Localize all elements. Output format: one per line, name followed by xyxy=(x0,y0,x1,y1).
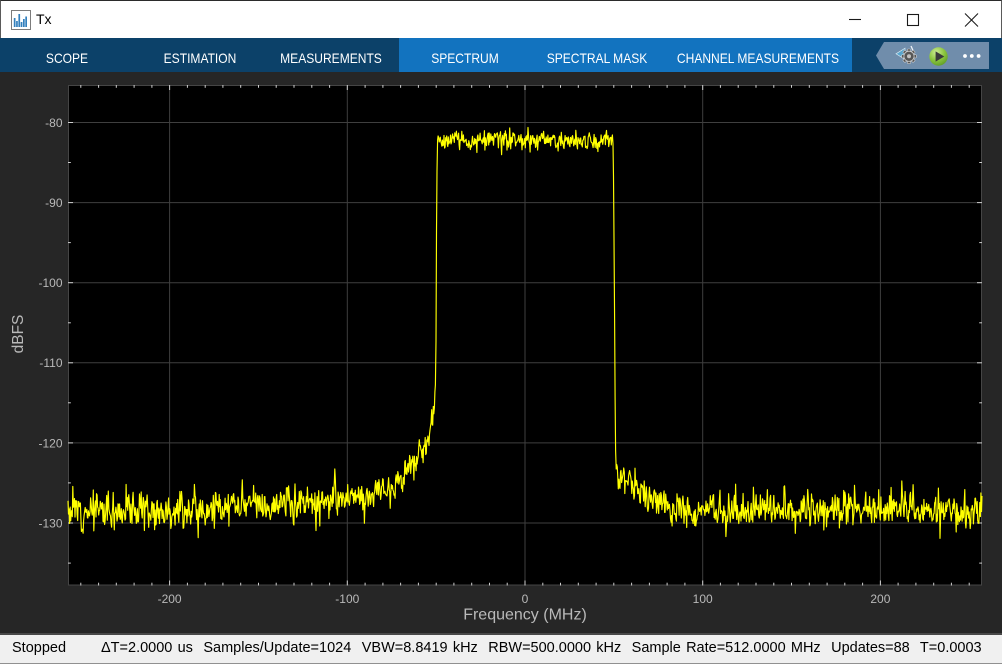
svg-text:0: 0 xyxy=(522,592,529,606)
svg-text:-120: -120 xyxy=(38,436,62,450)
svg-text:-90: -90 xyxy=(45,196,63,210)
svg-text:Frequency (MHz): Frequency (MHz) xyxy=(463,607,587,624)
svg-text:-200: -200 xyxy=(158,592,182,606)
svg-text:100: 100 xyxy=(693,592,713,606)
svg-text:-130: -130 xyxy=(38,516,62,530)
svg-text:dBFS: dBFS xyxy=(10,315,27,354)
svg-text:-80: -80 xyxy=(45,116,63,130)
svg-text:-100: -100 xyxy=(335,592,359,606)
svg-text:-100: -100 xyxy=(38,276,62,290)
svg-text:200: 200 xyxy=(870,592,890,606)
svg-text:-110: -110 xyxy=(39,356,62,370)
